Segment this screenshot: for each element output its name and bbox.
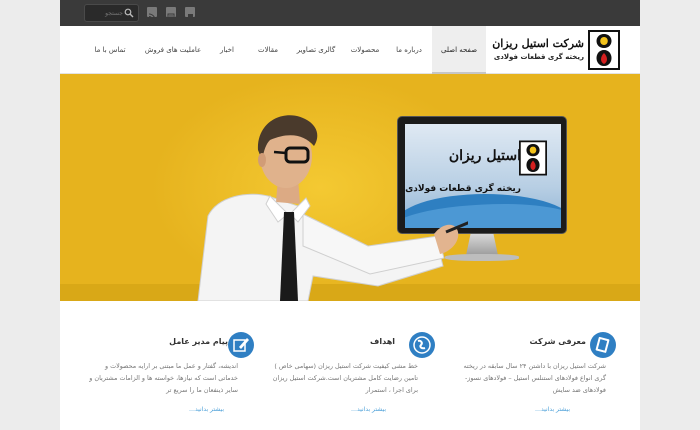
header: شرکت استیل ریزان ریخته گری قطعات فولادی … [60, 26, 640, 74]
goals-text: خط مشی کیفیت شرکت استیل ریزان (سهامی خاص… [272, 362, 418, 394]
brand-subtitle: ریخته گری قطعات فولادی [493, 53, 584, 61]
screen-logo [519, 140, 547, 176]
nav-gallery[interactable]: گالری تصاویر [290, 26, 342, 74]
intro-more-link[interactable]: بیشتر بدانید… [535, 406, 570, 413]
rss-icon[interactable] [147, 7, 157, 21]
nav-contact[interactable]: تماس با ما [82, 26, 138, 74]
nav-products[interactable]: محصولات [342, 26, 388, 74]
man-with-pen-illustration [197, 115, 468, 301]
goals-title: اهداف [370, 337, 395, 346]
nav-articles[interactable]: مقالات [246, 26, 290, 74]
page: شرکت استیل ریزان ریخته گری قطعات فولادی … [60, 0, 640, 430]
blog-icon[interactable] [185, 7, 195, 20]
ceo-text: اندیشه، گفتار و عمل ما مبتنی بر ارایه مح… [89, 362, 238, 394]
book-icon [590, 332, 616, 358]
search-input[interactable] [87, 6, 123, 20]
ceo-more-link[interactable]: بیشتر بدانید… [189, 406, 224, 413]
search-icon[interactable] [124, 8, 134, 18]
brand-title: شرکت استیل ریزان [492, 37, 584, 50]
globe-icon [409, 332, 435, 358]
goals-more-link[interactable]: بیشتر بدانید… [351, 406, 386, 413]
hero-banner[interactable]: استیل ریزان ریخته گری قطعات فولادی [60, 74, 640, 301]
pencil-icon [228, 332, 254, 358]
logo[interactable] [588, 30, 620, 70]
search-box[interactable] [84, 4, 139, 22]
nav-sales-agents[interactable]: عاملیت های فروش [138, 26, 208, 74]
nav-news[interactable]: اخبار [208, 26, 246, 74]
nav-about[interactable]: درباره ما [388, 26, 430, 74]
top-bar [60, 0, 640, 26]
intro-title: معرفی شرکت [529, 337, 586, 346]
nav-home[interactable]: صفحه اصلی [432, 26, 486, 74]
facebook-icon[interactable] [166, 7, 176, 21]
ceo-title: پیام مدیر عامل [169, 337, 228, 346]
intro-text: شرکت استیل ریزان با داشتن ۲۴ سال سابقه د… [463, 362, 606, 394]
